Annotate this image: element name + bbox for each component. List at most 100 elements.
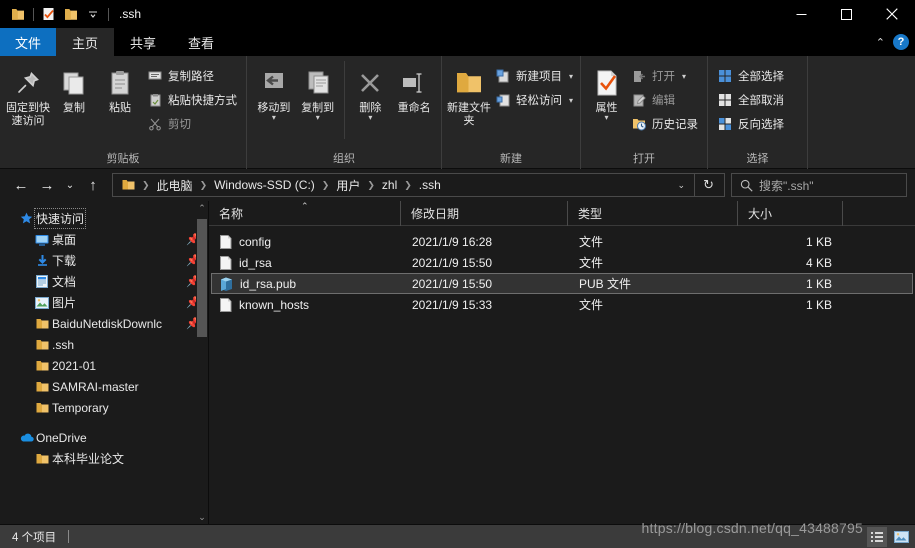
help-icon[interactable]: ? [893,34,909,50]
new-folder-icon [454,64,484,102]
select-all-icon [717,68,733,84]
sidebar-item-quick-access[interactable]: 快速访问 [0,208,208,229]
sidebar-item-desktop[interactable]: 桌面 📌 [0,229,208,250]
easy-access-button[interactable]: 轻松访问 ▾ [491,89,577,111]
copy-to-button[interactable]: 复制到 ▾ [296,61,340,122]
breadcrumb-item-2[interactable]: 用户 [333,177,363,194]
table-row[interactable]: id_rsa 2021/1/9 15:50 文件 4 KB [211,252,913,273]
forward-button[interactable]: → [34,172,60,198]
breadcrumb-sep-2: ❯ [321,179,330,190]
recent-locations-button[interactable]: ⌄ [60,172,80,198]
paste-shortcut-button[interactable]: 粘贴快捷方式 [143,89,241,111]
column-header-filler [843,201,915,226]
large-icons-view-icon[interactable] [891,527,911,547]
tab-share[interactable]: 共享 [114,28,172,56]
new-item-chevron-down-icon[interactable]: ▾ [569,72,573,81]
breadcrumb-item-0[interactable]: 此电脑 [154,177,196,194]
pin-to-quick-access-button[interactable]: 固定到快速访问 [5,61,51,128]
breadcrumb-item-3[interactable]: zhl [379,178,400,192]
copy-label: 复制 [63,102,85,114]
breadcrumb-item-1[interactable]: Windows-SSD (C:) [211,178,318,192]
rename-button[interactable]: 重命名 [392,61,436,115]
column-header-size[interactable]: 大小 [738,200,843,226]
new-item-button[interactable]: 新建项目 ▾ [491,65,577,87]
explorer-folder-icon[interactable] [7,3,29,25]
refresh-icon[interactable]: ↻ [694,174,722,196]
ribbon-group-label-organize: 组织 [333,153,355,165]
onedrive-icon [16,432,36,443]
properties-icon[interactable] [38,3,60,25]
back-button[interactable]: ← [8,172,34,198]
column-header-date[interactable]: 修改日期 [401,200,568,226]
copy-to-chevron-down-icon[interactable]: ▾ [316,114,320,122]
breadcrumb-bar[interactable]: ❯ 此电脑 ❯ Windows-SSD (C:) ❯ 用户 ❯ zhl ❯ .s… [112,173,725,197]
sidebar-item-bachelor-thesis[interactable]: 本科毕业论文 [0,448,208,469]
table-row[interactable]: config 2021/1/9 16:28 文件 1 KB [211,231,913,252]
scroll-down-icon[interactable]: ⌄ [198,510,206,524]
clipboard-small-buttons: 复制路径 粘贴快捷方式 剪切 [143,61,241,135]
cut-button[interactable]: 剪切 [143,113,241,135]
sidebar-item-samrai-master[interactable]: SAMRAI-master [0,376,208,397]
delete-button[interactable]: 删除 ▾ [348,61,392,122]
new-folder-button[interactable]: 新建文件夹 [447,61,491,128]
details-view-icon[interactable] [867,527,887,547]
copy-button[interactable]: 复制 [51,61,97,115]
breadcrumb-folder-icon [119,179,138,191]
new-folder-icon[interactable] [60,3,82,25]
sidebar-item-ssh[interactable]: .ssh [0,334,208,355]
delete-chevron-down-icon[interactable]: ▾ [368,114,372,122]
pictures-icon [32,296,52,309]
history-button[interactable]: 历史记录 [627,113,702,135]
paste-button[interactable]: 粘贴 [97,61,143,115]
properties-chevron-down-icon[interactable]: ▾ [604,114,608,122]
sidebar-item-documents[interactable]: 文档 📌 [0,271,208,292]
navigation-scrollbar-thumb[interactable] [197,219,207,337]
up-button[interactable]: ↑ [80,172,106,198]
downloads-icon [32,254,52,267]
column-header-name[interactable]: 名称 ⌃ [209,200,401,226]
breadcrumb-item-4[interactable]: .ssh [416,178,444,192]
copy-path-button[interactable]: 复制路径 [143,65,241,87]
open-button[interactable]: 打开 ▾ [627,65,702,87]
file-rows: config 2021/1/9 16:28 文件 1 KB id_rsa 202… [209,226,915,524]
properties-button[interactable]: 属性 ▾ [586,61,627,122]
tab-home[interactable]: 主页 [56,28,115,56]
easy-access-label: 轻松访问 [516,95,562,107]
invert-selection-button[interactable]: 反向选择 [713,113,788,135]
star-icon [16,212,36,225]
sidebar-item-label: 2021-01 [52,358,97,373]
sidebar-item-temporary[interactable]: Temporary [0,397,208,418]
select-all-button[interactable]: 全部选择 [713,65,788,87]
scroll-up-icon[interactable]: ⌃ [198,201,206,215]
collapse-ribbon-icon[interactable]: ⌃ [870,36,891,49]
breadcrumb-dropdown-icon[interactable]: ⌄ [669,180,695,191]
edit-button[interactable]: 编辑 [627,89,702,111]
sidebar-item-2021-01[interactable]: 2021-01 [0,355,208,376]
sort-ascending-icon: ⌃ [301,200,309,211]
sidebar-item-downloads[interactable]: 下载 📌 [0,250,208,271]
file-size-cell: 1 KB [805,297,832,312]
tab-file[interactable]: 文件 [0,28,57,56]
quick-access-toolbar: .ssh [0,3,141,25]
file-icon [220,297,232,312]
tab-view[interactable]: 查看 [172,28,230,56]
customize-chevron-icon[interactable] [82,3,104,25]
select-none-button[interactable]: 全部取消 [713,89,788,111]
table-row[interactable]: id_rsa.pub 2021/1/9 15:50 PUB 文件 1 KB [211,273,913,294]
move-to-chevron-down-icon[interactable]: ▾ [272,114,276,122]
sidebar-item-pictures[interactable]: 图片 📌 [0,292,208,313]
qat-separator-1 [33,7,34,21]
easy-access-chevron-down-icon[interactable]: ▾ [569,96,573,105]
sidebar-item-baidunetdiskdownload[interactable]: BaiduNetdiskDownlc 📌 [0,313,208,334]
maximize-button[interactable] [824,0,869,28]
breadcrumb: ❯ 此电脑 ❯ Windows-SSD (C:) ❯ 用户 ❯ zhl ❯ .s… [115,177,669,194]
column-header-type[interactable]: 类型 [568,200,738,226]
table-row[interactable]: known_hosts 2021/1/9 15:33 文件 1 KB [211,294,913,315]
minimize-button[interactable] [779,0,824,28]
close-button[interactable] [869,0,915,28]
sidebar-item-onedrive[interactable]: OneDrive [0,427,208,448]
move-to-button[interactable]: 移动到 ▾ [252,61,296,122]
open-chevron-down-icon[interactable]: ▾ [682,72,686,81]
search-input[interactable]: 搜索".ssh" [731,173,907,197]
